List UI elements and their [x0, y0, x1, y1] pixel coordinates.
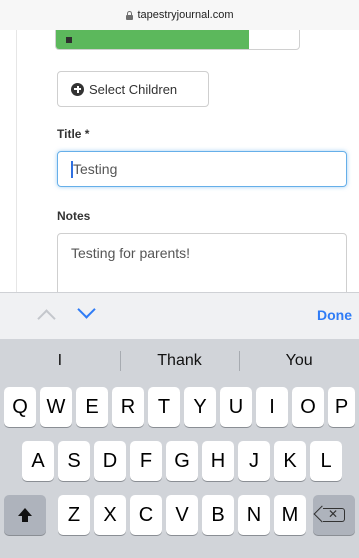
- previous-field-chevron-up-icon[interactable]: [37, 309, 56, 328]
- shift-key[interactable]: [4, 495, 46, 535]
- title-input[interactable]: Testing: [57, 151, 347, 187]
- key-r[interactable]: R: [112, 387, 144, 427]
- key-v[interactable]: V: [166, 495, 198, 535]
- key-g[interactable]: G: [166, 441, 198, 481]
- key-a[interactable]: A: [22, 441, 54, 481]
- plus-circle-icon: [71, 82, 84, 96]
- key-d[interactable]: D: [94, 441, 126, 481]
- backspace-key[interactable]: ✕: [313, 495, 355, 535]
- key-z[interactable]: Z: [58, 495, 90, 535]
- select-children-button[interactable]: Select Children: [57, 71, 209, 107]
- key-w[interactable]: W: [40, 387, 72, 427]
- notes-label: Notes: [57, 209, 91, 223]
- key-f[interactable]: F: [130, 441, 162, 481]
- suggestion-item[interactable]: I: [0, 339, 120, 383]
- key-i[interactable]: I: [256, 387, 288, 427]
- key-m[interactable]: M: [274, 495, 306, 535]
- key-c[interactable]: C: [130, 495, 162, 535]
- title-label: Title *: [57, 127, 90, 141]
- browser-url-bar[interactable]: tapestryjournal.com: [0, 0, 359, 30]
- done-button[interactable]: Done: [317, 307, 352, 323]
- url-text: tapestryjournal.com: [137, 9, 234, 21]
- key-x[interactable]: X: [94, 495, 126, 535]
- keyboard-accessory-bar: Done: [0, 292, 359, 339]
- suggestion-item[interactable]: You: [239, 339, 359, 383]
- backspace-icon: ✕: [323, 508, 345, 522]
- key-b[interactable]: B: [202, 495, 234, 535]
- key-j[interactable]: J: [238, 441, 270, 481]
- button-group-partial[interactable]: [55, 30, 300, 50]
- key-o[interactable]: O: [292, 387, 324, 427]
- key-y[interactable]: Y: [184, 387, 216, 427]
- key-h[interactable]: H: [202, 441, 234, 481]
- button-icon: [66, 37, 72, 43]
- shift-arrow-icon: [18, 508, 32, 522]
- key-l[interactable]: L: [310, 441, 342, 481]
- next-field-chevron-down-icon[interactable]: [77, 300, 96, 319]
- key-q[interactable]: Q: [4, 387, 36, 427]
- key-u[interactable]: U: [220, 387, 252, 427]
- page-content: Select Children Title * Testing Notes Te…: [16, 30, 359, 292]
- notes-textarea-value: Testing for parents!: [71, 245, 191, 261]
- key-t[interactable]: T: [148, 387, 180, 427]
- predictive-suggestions: I Thank You: [0, 339, 359, 383]
- key-e[interactable]: E: [76, 387, 108, 427]
- key-k[interactable]: K: [274, 441, 306, 481]
- suggestion-item[interactable]: Thank: [119, 339, 240, 383]
- lock-icon: [125, 10, 133, 20]
- keyboard: I Thank You Q W E R T Y U I O P A S D F …: [0, 339, 359, 558]
- key-s[interactable]: S: [58, 441, 90, 481]
- green-button[interactable]: [56, 30, 249, 49]
- key-p[interactable]: P: [328, 387, 355, 427]
- notes-textarea[interactable]: Testing for parents!: [57, 233, 347, 292]
- key-n[interactable]: N: [238, 495, 270, 535]
- title-input-value: Testing: [73, 161, 118, 177]
- select-children-label: Select Children: [89, 81, 178, 97]
